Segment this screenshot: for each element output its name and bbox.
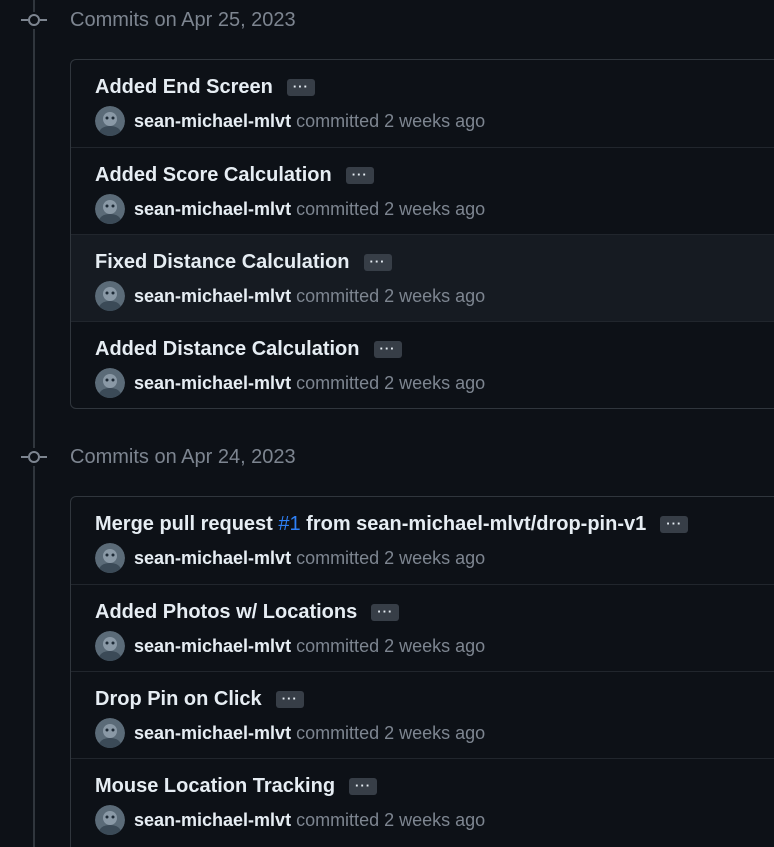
commit-title-link[interactable]: Added Distance Calculation bbox=[95, 338, 360, 361]
commit-author-link[interactable]: sean-michael-mlvt bbox=[134, 636, 291, 657]
git-commit-icon bbox=[21, 451, 47, 463]
commit-list: Added End Screen ··· sean-michael-mlvt c… bbox=[70, 59, 774, 409]
commit-group-title: Commits on Apr 24, 2023 bbox=[70, 446, 296, 468]
commit-title-link[interactable]: Added End Screen bbox=[95, 76, 273, 99]
expand-commit-message-button[interactable]: ··· bbox=[363, 254, 392, 271]
commit-group-title: Commits on Apr 25, 2023 bbox=[70, 9, 296, 31]
commit-group-header: Commits on Apr 25, 2023 bbox=[0, 0, 774, 40]
commit-title-link[interactable]: Mouse Location Tracking bbox=[95, 775, 335, 798]
pull-request-link[interactable]: #1 bbox=[278, 513, 300, 535]
expand-commit-message-button[interactable]: ··· bbox=[660, 516, 689, 533]
timeline-line bbox=[33, 29, 35, 448]
commit-row[interactable]: Fixed Distance Calculation ··· sean-mich… bbox=[71, 234, 774, 321]
user-avatar[interactable] bbox=[95, 543, 125, 573]
commit-verb: committed bbox=[296, 809, 380, 830]
commit-time: 2 weeks ago bbox=[384, 809, 486, 830]
commit-group-header: Commits on Apr 24, 2023 bbox=[0, 437, 774, 477]
expand-commit-message-button[interactable]: ··· bbox=[286, 79, 315, 96]
commit-time: 2 weeks ago bbox=[384, 547, 486, 568]
commit-author-link[interactable]: sean-michael-mlvt bbox=[134, 286, 291, 307]
commit-time: 2 weeks ago bbox=[384, 372, 486, 393]
commit-row[interactable]: Added Score Calculation ··· sean-michael… bbox=[71, 147, 774, 234]
commit-author-link[interactable]: sean-michael-mlvt bbox=[134, 723, 291, 744]
user-avatar[interactable] bbox=[95, 281, 125, 311]
commit-verb: committed bbox=[296, 547, 380, 568]
commit-verb: committed bbox=[296, 635, 380, 656]
commit-history-page: Commits on Apr 25, 2023 Added End Screen… bbox=[0, 0, 774, 847]
commit-title-link[interactable]: Added Score Calculation bbox=[95, 164, 332, 187]
git-commit-icon bbox=[21, 14, 47, 26]
user-avatar[interactable] bbox=[95, 718, 125, 748]
commit-author-link[interactable]: sean-michael-mlvt bbox=[134, 548, 291, 569]
commit-row[interactable]: Added End Screen ··· sean-michael-mlvt c… bbox=[71, 60, 774, 147]
commit-verb: committed bbox=[296, 198, 380, 219]
commit-row[interactable]: Merge pull request #1 from sean-michael-… bbox=[71, 497, 774, 584]
expand-commit-message-button[interactable]: ··· bbox=[371, 604, 400, 621]
commit-verb: committed bbox=[296, 372, 380, 393]
commit-author-link[interactable]: sean-michael-mlvt bbox=[134, 111, 291, 132]
commit-author-link[interactable]: sean-michael-mlvt bbox=[134, 810, 291, 831]
commit-time: 2 weeks ago bbox=[384, 110, 486, 131]
commit-row[interactable]: Added Photos w/ Locations ··· sean-micha… bbox=[71, 584, 774, 671]
commit-title-prefix-link[interactable]: Merge pull request bbox=[95, 513, 278, 535]
expand-commit-message-button[interactable]: ··· bbox=[373, 341, 402, 358]
commit-time: 2 weeks ago bbox=[384, 722, 486, 743]
expand-commit-message-button[interactable]: ··· bbox=[349, 778, 378, 795]
timeline-line bbox=[33, 466, 35, 847]
user-avatar[interactable] bbox=[95, 805, 125, 835]
commit-list: Merge pull request #1 from sean-michael-… bbox=[70, 496, 774, 847]
commit-time: 2 weeks ago bbox=[384, 285, 486, 306]
user-avatar[interactable] bbox=[95, 631, 125, 661]
commit-row[interactable]: Added Distance Calculation ··· sean-mich… bbox=[71, 321, 774, 408]
commit-title: Merge pull request #1 from sean-michael-… bbox=[95, 513, 646, 536]
user-avatar[interactable] bbox=[95, 106, 125, 136]
commit-title-link[interactable]: Drop Pin on Click bbox=[95, 688, 262, 711]
commit-title-suffix-link[interactable]: from sean-michael-mlvt/drop-pin-v1 bbox=[301, 513, 646, 535]
user-avatar[interactable] bbox=[95, 368, 125, 398]
expand-commit-message-button[interactable]: ··· bbox=[345, 167, 374, 184]
commit-author-link[interactable]: sean-michael-mlvt bbox=[134, 199, 291, 220]
commit-row[interactable]: Mouse Location Tracking ··· sean-michael… bbox=[71, 758, 774, 845]
commit-row[interactable]: Drop Pin on Click ··· sean-michael-mlvt … bbox=[71, 671, 774, 758]
commit-verb: committed bbox=[296, 722, 380, 743]
commit-time: 2 weeks ago bbox=[384, 635, 486, 656]
commit-author-link[interactable]: sean-michael-mlvt bbox=[134, 373, 291, 394]
expand-commit-message-button[interactable]: ··· bbox=[275, 691, 304, 708]
user-avatar[interactable] bbox=[95, 194, 125, 224]
commit-title-link[interactable]: Added Photos w/ Locations bbox=[95, 601, 357, 624]
commit-title-link[interactable]: Fixed Distance Calculation bbox=[95, 251, 350, 274]
commit-verb: committed bbox=[296, 110, 380, 131]
commit-time: 2 weeks ago bbox=[384, 198, 486, 219]
commit-verb: committed bbox=[296, 285, 380, 306]
